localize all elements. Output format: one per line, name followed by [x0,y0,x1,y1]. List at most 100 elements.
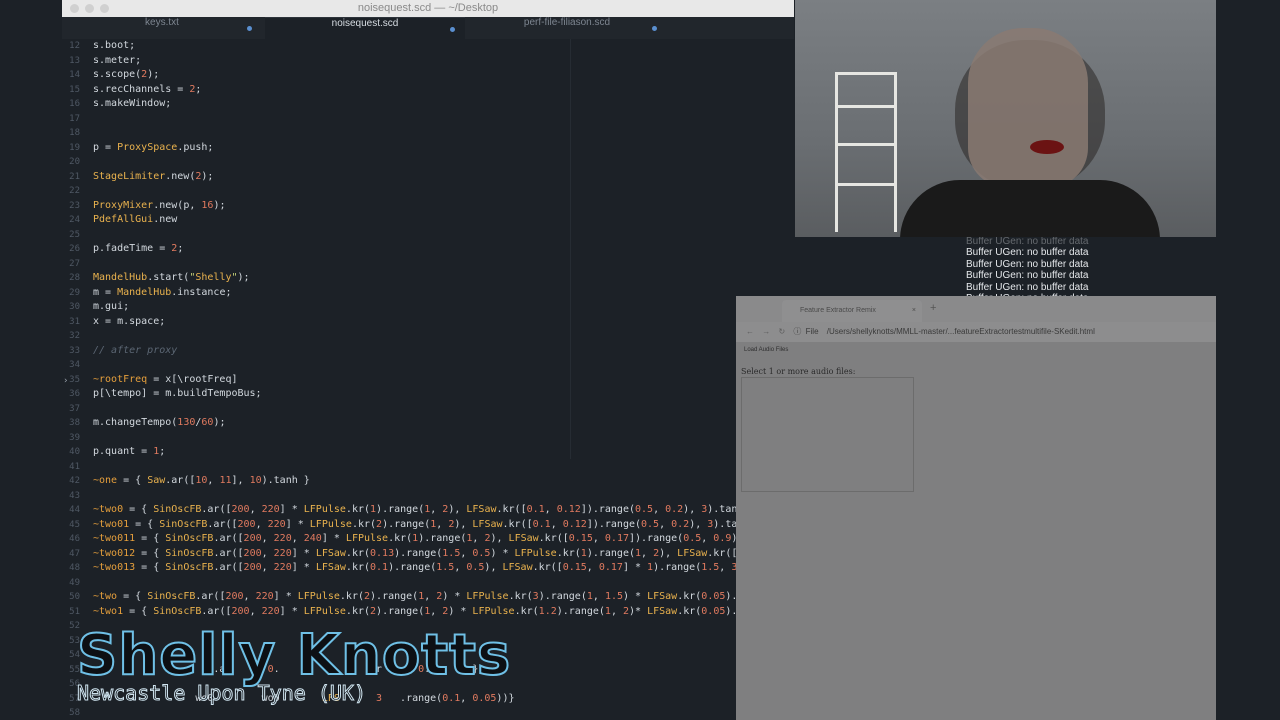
minimize-window-icon[interactable] [85,4,94,13]
browser-window: Feature Extractor Remix × + ← → ↻ ⓘ File… [736,296,1216,720]
post-line-buffer: Buffer UGen: no buffer data [966,236,1089,247]
modified-dot-icon [652,26,657,31]
right-edge-panel [1216,0,1280,720]
shelf-divider [838,105,894,108]
file-list-box[interactable] [741,377,914,492]
line-number: 17 [69,113,80,124]
code-line[interactable]: p.fadeTime = 2; [93,243,183,254]
line-number: 42 [69,476,80,486]
tab-keys-txt[interactable]: keys.txt [62,17,262,39]
code-line[interactable]: s.boot; [93,40,135,51]
line-number: 23 [69,200,80,211]
tab-bar: keys.txt noisequest.scd perf-file-filias… [62,17,794,40]
new-tab-icon[interactable]: + [930,302,936,314]
tab-label: keys.txt [145,17,179,28]
person-face [968,28,1088,188]
line-number: 45 [69,519,80,530]
code-line[interactable]: MandelHub.start("Shelly"); [93,272,250,283]
tab-noisequest-scd[interactable]: noisequest.scd [265,17,465,40]
zoom-window-icon[interactable] [100,4,109,13]
post-line-buffer: Buffer UGen: no buffer data [966,247,1089,259]
person-body [900,180,1160,237]
code-line[interactable]: m = MandelHub.instance; [93,287,232,298]
select-files-label: Select 1 or more audio files: [741,367,856,376]
modified-dot-icon [450,27,455,32]
line-number: 40 [69,447,80,457]
tab-label: perf-file-filiason.scd [523,17,611,28]
line-number: 28 [69,273,80,283]
line-number: 33 [69,345,80,356]
reload-icon[interactable]: ↻ [778,327,785,336]
code-line[interactable]: ProxyMixer.new(p, 16); [93,200,225,211]
code-line[interactable]: PdefAllGui.new [93,214,177,225]
code-line[interactable]: m.gui; [93,301,129,312]
line-number: 44 [69,505,80,515]
line-number: 50 [69,592,80,602]
code-line[interactable]: m.changeTempo(130/60); [93,417,225,428]
line-number: 25 [69,229,80,240]
load-audio-files-button[interactable]: Load Audio Files [744,347,788,353]
line-number: 18 [69,128,80,138]
line-number: 34 [69,360,80,370]
webcam-feed [795,0,1216,237]
post-line-buffer: Buffer UGen: no buffer data [966,281,1089,293]
line-number: 58 [69,708,80,718]
line-number: 22 [69,186,80,196]
close-tab-icon[interactable]: × [912,300,916,322]
line-number: 12 [69,41,80,51]
code-line[interactable]: ~rootFreq = x[\rootFreq] [93,374,238,385]
back-icon[interactable]: ← [746,327,754,336]
code-line[interactable]: s.makeWindow; [93,98,171,109]
person-lips [1030,140,1064,154]
line-number: 19 [69,142,80,153]
post-line-buffer: Buffer UGen: no buffer data [966,270,1089,282]
code-line[interactable]: StageLimiter.new(2); [93,171,213,182]
code-line[interactable]: s.recChannels = 2; [93,84,201,95]
line-number: 49 [69,577,80,588]
browser-tab[interactable]: Feature Extractor Remix × [782,300,922,322]
line-number: 46 [69,534,80,544]
post-line-buffer: Buffer UGen: no buffer data [966,258,1089,270]
line-number: 14 [69,70,80,80]
line-number: 38 [69,418,80,428]
tab-label: noisequest.scd [331,18,399,29]
code-line[interactable]: s.meter; [93,55,141,66]
code-line[interactable]: p = ProxySpace.push; [93,142,213,153]
line-number: 16 [69,99,80,109]
line-number: 31 [69,316,80,327]
line-number: 20 [69,157,80,167]
code-line[interactable]: // after proxy [93,345,177,356]
browser-tab-title: Feature Extractor Remix [800,307,876,314]
fold-arrow-icon[interactable]: › [63,376,68,386]
code-line[interactable]: p.quant = 1; [93,446,165,457]
browser-tabbar: Feature Extractor Remix × + [736,296,1216,322]
shelf-divider [838,143,894,146]
line-number: 21 [69,171,80,182]
code-line[interactable]: x = m.space; [93,316,165,327]
code-line[interactable]: s.scope(2); [93,69,159,80]
url-scheme-label: File [805,327,819,336]
close-window-icon[interactable] [70,4,79,13]
window-titlebar: noisequest.scd — ~/Desktop [62,0,794,17]
line-number: 32 [69,331,80,341]
bookshelf-image [835,72,897,232]
tab-perf-file[interactable]: perf-file-filiason.scd [467,17,667,39]
code-line[interactable]: p[\tempo] = m.buildTempoBus; [93,388,262,399]
line-number: 26 [69,244,80,254]
line-number: 13 [69,55,80,66]
line-number: 36 [69,389,80,399]
info-icon: ⓘ [793,327,802,336]
line-number: 24 [69,215,80,225]
line-number: 39 [69,432,80,443]
window-title: noisequest.scd — ~/Desktop [357,2,499,14]
code-line[interactable]: ~one = { Saw.ar([10, 11], 10).tanh } [93,475,310,486]
forward-icon[interactable]: → [762,327,770,336]
line-number: 43 [69,490,80,501]
line-number: 37 [69,403,80,414]
line-number: 27 [69,258,80,269]
url-text[interactable]: /Users/shellyknotts/MMLL-master/...featu… [827,327,1095,336]
line-number: 29 [69,287,80,298]
name-lower-third: Shelly Knotts Newcastle Upon Tyne (UK) [76,625,511,705]
address-bar[interactable]: ← → ↻ ⓘ File /Users/shellyknotts/MMLL-ma… [736,322,1216,342]
line-number: 30 [69,302,80,312]
